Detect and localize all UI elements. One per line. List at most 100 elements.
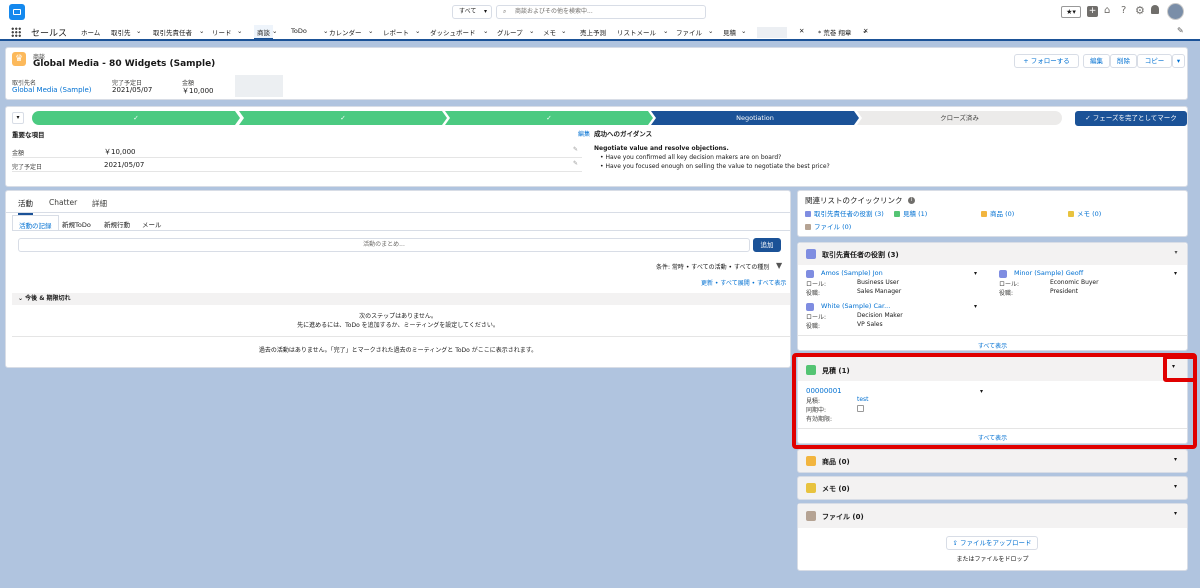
tab-details[interactable]: 詳細	[92, 198, 107, 209]
path-stage[interactable]: ✓	[32, 111, 240, 125]
filter-icon[interactable]: ▼	[776, 261, 782, 270]
quick-link[interactable]: 見積 (1)	[894, 208, 927, 218]
subtab-new-event[interactable]: 新規行動	[104, 219, 130, 229]
nav-tab[interactable]: 売上予測	[580, 27, 606, 37]
nav-tab[interactable]: カレンダー	[329, 27, 362, 37]
chevron-down-icon[interactable]: ⌄	[741, 27, 746, 35]
nav-tab[interactable]: リード	[212, 27, 232, 37]
quick-link[interactable]: 取引先責任者の役割 (3)	[805, 208, 884, 218]
quick-link[interactable]: メモ (0)	[1068, 208, 1101, 218]
nav-tab[interactable]: メモ	[543, 27, 556, 37]
files-title[interactable]: ファイル (0)	[822, 512, 864, 522]
field-value: ￥10,000	[182, 87, 214, 95]
app-logo[interactable]	[9, 4, 25, 20]
path-stage[interactable]: Negotiation	[651, 111, 859, 125]
related-list-icon	[1068, 211, 1074, 217]
global-search-input[interactable]: ⌕ 商談およびその他を検索中...	[496, 5, 706, 19]
edit-button[interactable]: 編集	[1083, 54, 1110, 68]
follow-button[interactable]: + フォローする	[1014, 54, 1079, 68]
chevron-down-icon[interactable]: ⌄	[561, 27, 566, 35]
products-menu[interactable]: ▾	[1174, 456, 1177, 463]
view-all-link[interactable]: すべて表示	[798, 341, 1187, 350]
help-icon[interactable]: ?	[1121, 5, 1126, 16]
products-card: 商品 (0) ▾	[797, 449, 1188, 473]
contact-name-link[interactable]: White (Sample) Car...	[821, 302, 890, 310]
row-menu[interactable]: ▾	[974, 270, 977, 277]
chevron-down-icon[interactable]: ⌄	[272, 27, 277, 35]
favorites-icon[interactable]: ★▾	[1061, 6, 1081, 18]
contact-name-link[interactable]: Minor (Sample) Geoff	[1014, 269, 1083, 277]
nav-tab[interactable]: 見積	[723, 27, 736, 37]
path-stage[interactable]: ✓	[445, 111, 653, 125]
path-toggle[interactable]: ▾	[12, 112, 24, 124]
add-icon[interactable]: +	[1087, 6, 1098, 17]
subtab-log[interactable]: 活動の記録	[12, 215, 59, 230]
bell-icon[interactable]	[1151, 5, 1159, 14]
upload-files-button[interactable]: ⇪ ファイルをアップロード	[946, 536, 1038, 550]
products-title[interactable]: 商品 (0)	[822, 457, 850, 467]
nav-tab[interactable]: 取引先	[111, 27, 131, 37]
divider	[12, 171, 582, 172]
nav-tab-placeholder[interactable]	[757, 27, 787, 38]
contact-roles-menu[interactable]: ▾	[1170, 248, 1182, 260]
chevron-down-icon[interactable]: ⌄	[136, 27, 141, 35]
nav-tab[interactable]: ダッシュボード	[430, 27, 476, 37]
contact-roles-card: 取引先責任者の役割 (3) ▾ Amos (Sample) Jon ▾ ロール: Bu…	[797, 242, 1188, 351]
notes-title[interactable]: メモ (0)	[822, 484, 850, 494]
trailhead-icon[interactable]: ⌂	[1104, 5, 1110, 16]
quick-link[interactable]: ファイル (0)	[805, 221, 851, 231]
mark-stage-complete-button[interactable]: ✓ フェーズを完了としてマーク	[1075, 111, 1187, 126]
search-scope-select[interactable]: すべて ▾	[452, 5, 492, 19]
copy-button[interactable]: コピー	[1137, 54, 1172, 68]
avatar[interactable]	[1167, 3, 1184, 20]
chevron-down-icon[interactable]: ⌄	[368, 27, 373, 35]
subtab-new-todo[interactable]: 新規ToDo	[62, 219, 91, 229]
close-icon[interactable]: ✕	[799, 27, 804, 35]
contact-roles-title[interactable]: 取引先責任者の役割 (3)	[822, 250, 899, 260]
nav-tab[interactable]: リストメール	[617, 27, 656, 37]
activity-links[interactable]: 更新 • すべて展開 • すべて表示	[701, 278, 786, 287]
nav-tab[interactable]: 商談	[254, 25, 273, 40]
add-activity-button[interactable]: 追加	[753, 238, 781, 252]
account-name-link[interactable]: Global Media (Sample)	[12, 86, 92, 94]
nav-tab[interactable]: グループ	[497, 27, 523, 37]
tab-chatter[interactable]: Chatter	[49, 198, 77, 207]
chevron-down-icon[interactable]: ⌄	[529, 27, 534, 35]
nav-tab[interactable]: * 荒巻 翔章	[818, 27, 851, 37]
upcoming-header[interactable]: ⌄ 今後 & 期限切れ	[12, 293, 790, 305]
chevron-down-icon[interactable]: ⌄	[199, 27, 204, 35]
chevron-down-icon[interactable]: ⌄	[708, 27, 713, 35]
nav-tab[interactable]: レポート	[383, 27, 409, 37]
more-actions-button[interactable]: ▾	[1172, 54, 1185, 68]
nav-tab[interactable]: ホーム	[81, 27, 100, 37]
gear-icon[interactable]: ⚙	[1135, 4, 1145, 17]
nav-tab[interactable]: ToDo	[291, 27, 307, 35]
chevron-down-icon[interactable]: ⌄	[237, 27, 242, 35]
close-icon[interactable]: ✕	[863, 27, 868, 35]
nav-tab[interactable]: 取引先責任者	[153, 27, 192, 37]
pencil-icon[interactable]: ✎	[573, 146, 578, 153]
app-launcher-icon[interactable]	[11, 27, 21, 37]
pencil-icon[interactable]: ✎	[573, 160, 578, 167]
nav-tab[interactable]: ファイル	[676, 27, 702, 37]
chevron-down-icon[interactable]: ⌄	[415, 27, 420, 35]
guidance-edit-link[interactable]: 編集	[578, 129, 590, 138]
subtab-email[interactable]: メール	[142, 219, 162, 229]
row-menu[interactable]: ▾	[974, 303, 977, 310]
chevron-down-icon[interactable]: ⌄	[483, 27, 488, 35]
divider	[12, 336, 790, 337]
quick-link[interactable]: 商品 (0)	[981, 208, 1014, 218]
pencil-icon[interactable]: ✎	[1177, 26, 1184, 35]
chevron-down-icon[interactable]: ⌄	[663, 27, 668, 35]
quotes-menu[interactable]: ▾	[1172, 363, 1175, 370]
files-menu[interactable]: ▾	[1174, 510, 1177, 517]
row-menu[interactable]: ▾	[1174, 270, 1177, 277]
activity-summary-input[interactable]: 活動のまとめ...	[18, 238, 750, 252]
path-stage[interactable]: ✓	[239, 111, 447, 125]
quick-link-label: 商品 (0)	[990, 210, 1015, 218]
path-stage[interactable]: クローズ済み	[857, 111, 1062, 125]
chevron-down-icon[interactable]: ⌄	[323, 27, 328, 35]
notes-menu[interactable]: ▾	[1174, 483, 1177, 490]
contact-name-link[interactable]: Amos (Sample) Jon	[821, 269, 883, 277]
delete-button[interactable]: 削除	[1110, 54, 1137, 68]
